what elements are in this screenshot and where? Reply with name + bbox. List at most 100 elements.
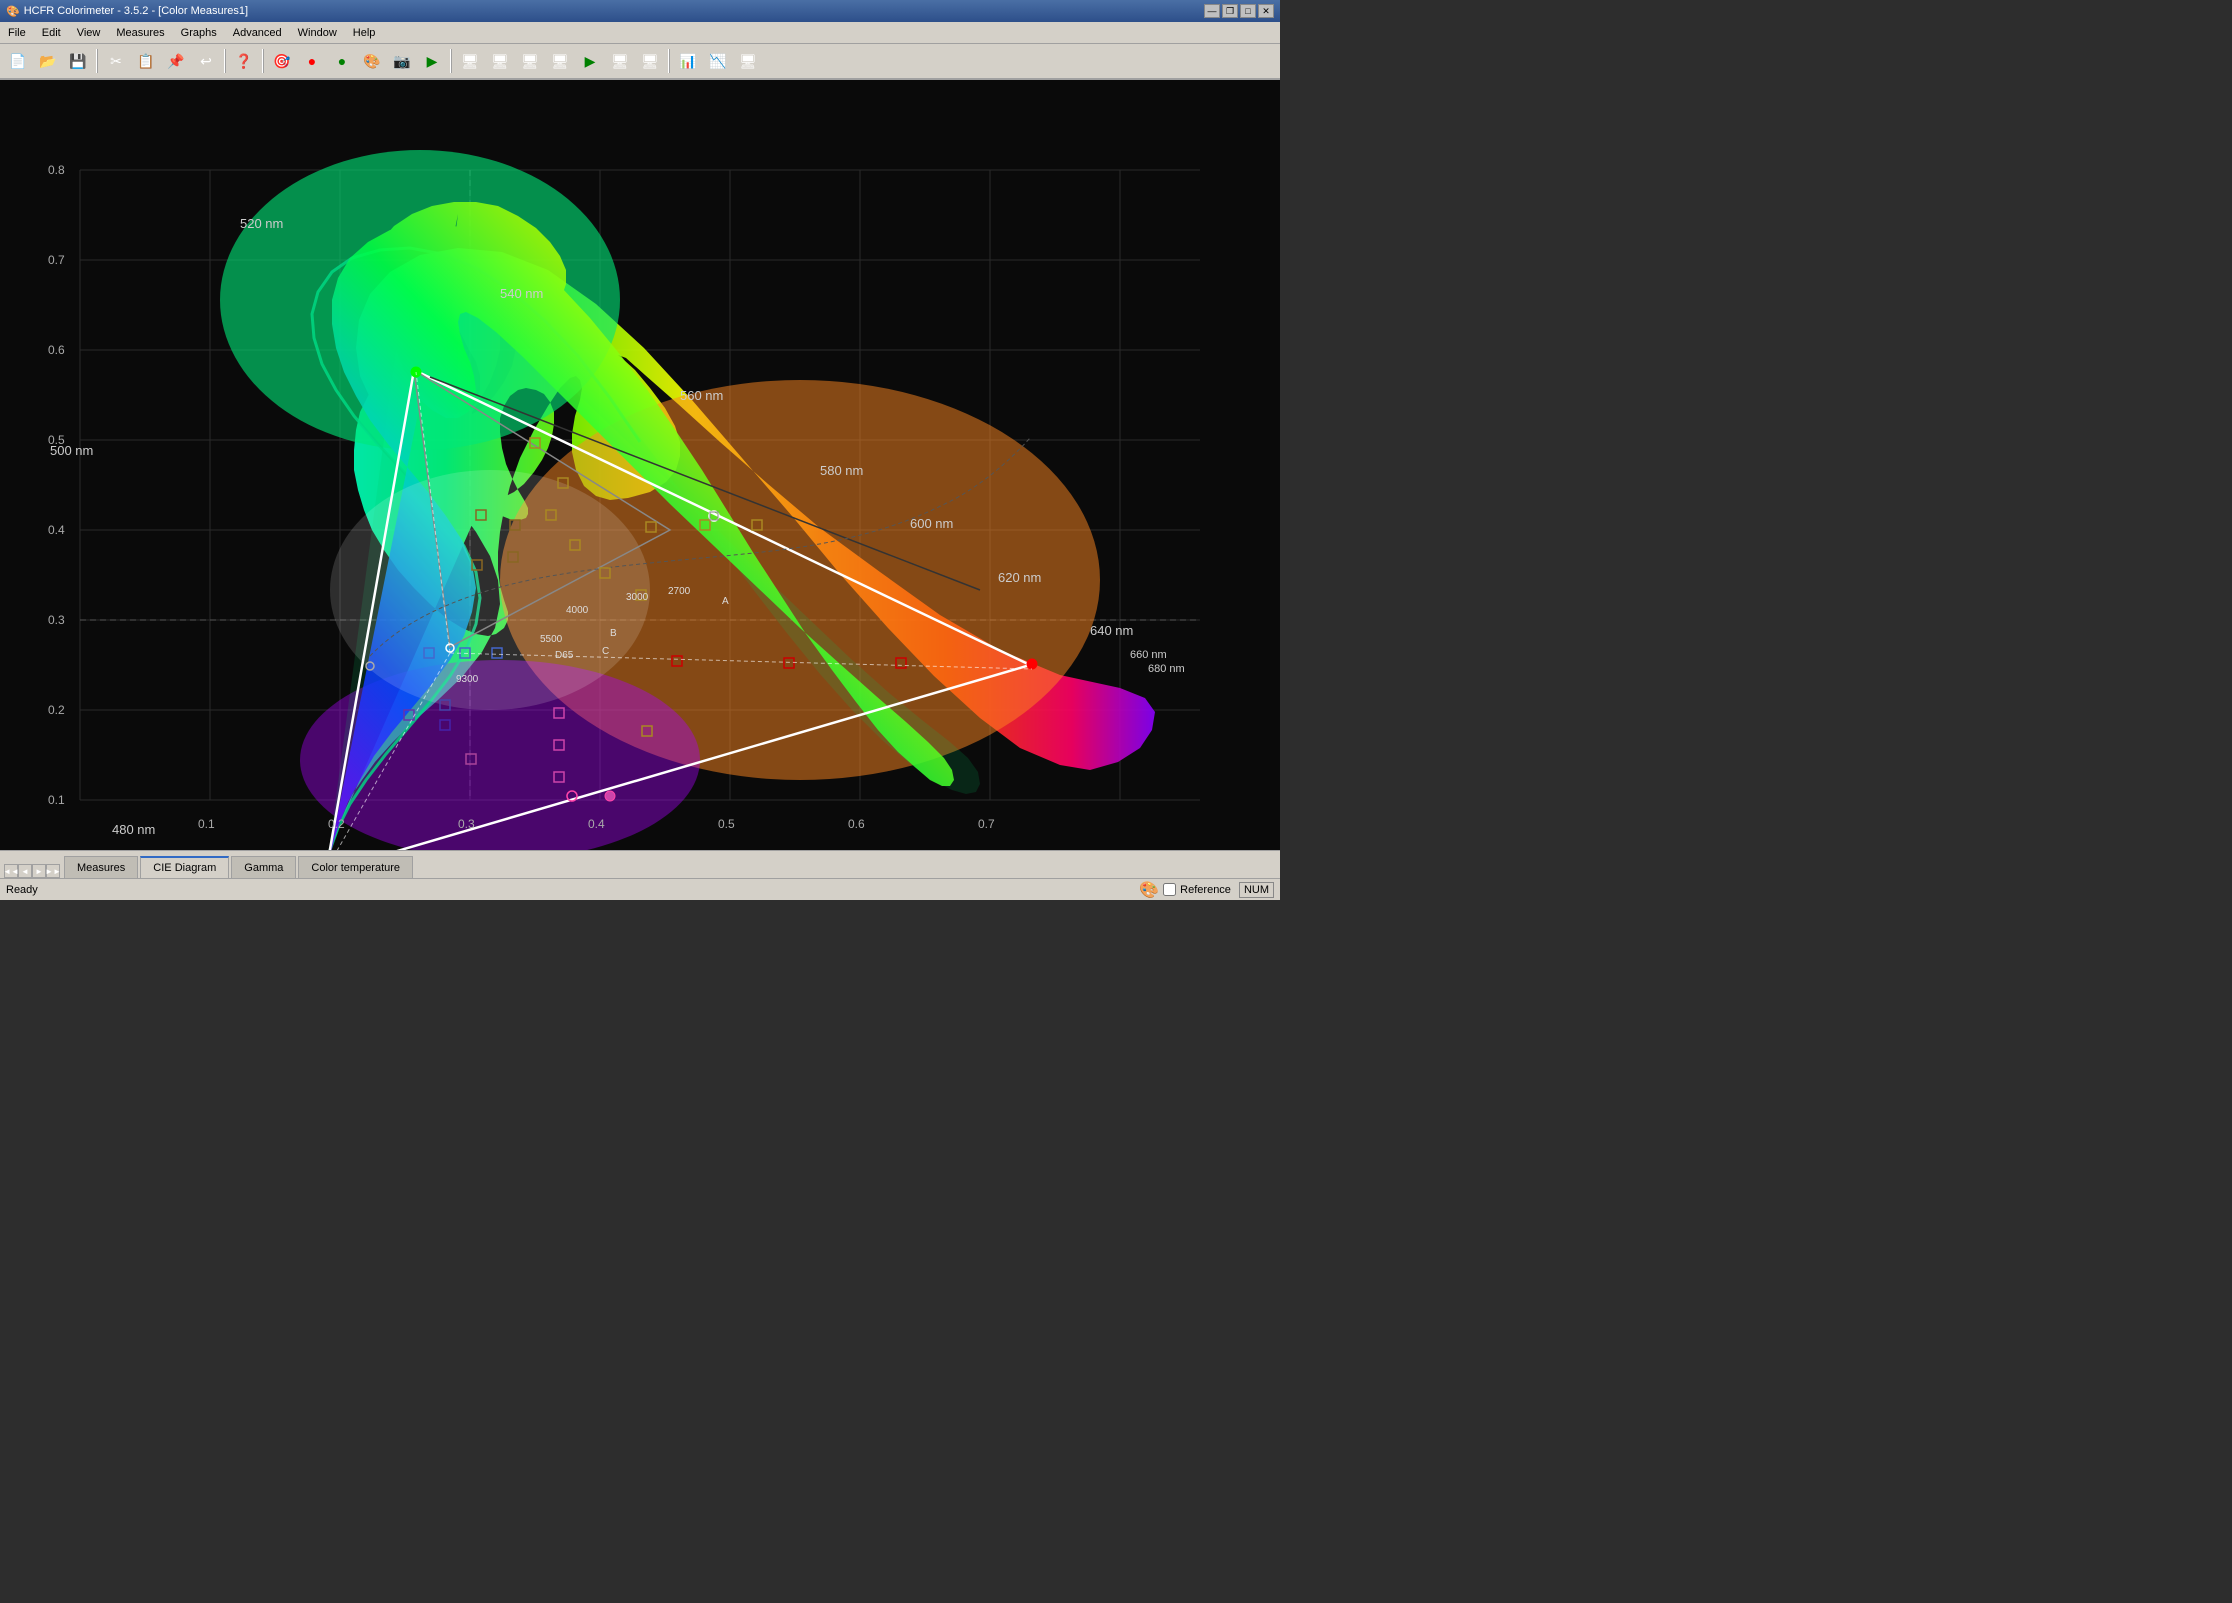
toolbar-separator-1 (96, 49, 98, 73)
x-label-02: 0.2 (328, 817, 345, 831)
toolbar-separator-2 (224, 49, 226, 73)
label-5500: 5500 (540, 634, 563, 645)
wavelength-540: 540 nm (500, 286, 543, 301)
chart-area: 520 nm 540 nm 560 nm 500 nm 580 nm 600 n… (0, 80, 1280, 850)
wavelength-620: 620 nm (998, 570, 1041, 585)
reference-area: 🎨 Reference (1139, 880, 1231, 900)
menu-view[interactable]: View (69, 22, 109, 43)
tab-gamma[interactable]: Gamma (231, 856, 296, 878)
tabbar: ◄◄ ◄ ► ►► Measures CIE Diagram Gamma Col… (0, 850, 1280, 878)
wavelength-480: 480 nm (112, 822, 155, 837)
y-label-06: 0.6 (48, 343, 65, 357)
label-4000: 4000 (566, 605, 589, 616)
label-b: B (610, 628, 617, 639)
label-d65: D65 (555, 650, 574, 661)
label-2700: 2700 (668, 586, 691, 597)
x-label-05: 0.5 (718, 817, 735, 831)
label-c: C (602, 646, 609, 657)
app-icon: 🎨 (6, 5, 20, 18)
x-label-04: 0.4 (588, 817, 605, 831)
new-button[interactable]: 📄 (4, 47, 32, 75)
toolbar-separator-4 (450, 49, 452, 73)
cut-button[interactable]: ✂ (102, 47, 130, 75)
multi-button[interactable]: 🎨 (358, 47, 386, 75)
inner-restore-button[interactable]: ❐ (1222, 4, 1238, 18)
play2-button[interactable]: ▶ (576, 47, 604, 75)
toolbar-separator-5 (668, 49, 670, 73)
tab-cie-diagram[interactable]: CIE Diagram (140, 856, 229, 878)
tab-measures[interactable]: Measures (64, 856, 138, 878)
undo-button[interactable]: ↩ (192, 47, 220, 75)
menubar: File Edit View Measures Graphs Advanced … (0, 22, 1280, 44)
red-primary (1027, 659, 1037, 669)
label-3000: 3000 (626, 592, 649, 603)
y-label-07: 0.7 (48, 253, 65, 267)
save-button[interactable]: 💾 (64, 47, 92, 75)
outer-restore-button[interactable]: □ (1240, 4, 1256, 18)
tab-nav-first[interactable]: ◄◄ (4, 864, 18, 878)
main-area: 520 nm 540 nm 560 nm 500 nm 580 nm 600 n… (0, 80, 1280, 850)
monitor3-button[interactable]: 🖥 (516, 47, 544, 75)
tab-nav-last[interactable]: ►► (46, 864, 60, 878)
y-label-03: 0.3 (48, 613, 65, 627)
red-button[interactable]: ● (298, 47, 326, 75)
reference-label: Reference (1180, 884, 1231, 896)
measure-point-filled (605, 791, 615, 801)
keyboard-indicator: NUM (1239, 882, 1274, 898)
toolbar-separator-3 (262, 49, 264, 73)
monitor4-button[interactable]: 🖥 (546, 47, 574, 75)
status-text: Ready (6, 884, 38, 896)
x-label-06: 0.6 (848, 817, 865, 831)
wavelength-680: 680 nm (1148, 663, 1185, 675)
titlebar-controls: — ❐ □ ✕ (1204, 4, 1274, 18)
measure-all-button[interactable]: 🎯 (268, 47, 296, 75)
toolbar: 📄 📂 💾 ✂ 📋 📌 ↩ ❓ 🎯 ● ● 🎨 📷 ▶ 🖥 🖥 🖥 🖥 ▶ 🖥 … (0, 44, 1280, 80)
outer-close-button[interactable]: ✕ (1258, 4, 1274, 18)
monitor8-button[interactable]: 🖥 (734, 47, 762, 75)
bars-button[interactable]: 📊 (674, 47, 702, 75)
monitor6-button[interactable]: 🖥 (636, 47, 664, 75)
bars2-button[interactable]: 📉 (704, 47, 732, 75)
reference-checkbox[interactable] (1163, 883, 1176, 896)
wavelength-560: 560 nm (680, 388, 723, 403)
menu-edit[interactable]: Edit (34, 22, 69, 43)
wavelength-640: 640 nm (1090, 623, 1133, 638)
y-label-04: 0.4 (48, 523, 65, 537)
open-button[interactable]: 📂 (34, 47, 62, 75)
menu-window[interactable]: Window (290, 22, 345, 43)
camera-button[interactable]: 📷 (388, 47, 416, 75)
tab-nav-prev[interactable]: ◄ (18, 864, 32, 878)
statusbar-right: 🎨 Reference NUM (1139, 880, 1274, 900)
cie-diagram-svg: 520 nm 540 nm 560 nm 500 nm 580 nm 600 n… (0, 80, 1280, 850)
monitor2-button[interactable]: 🖥 (486, 47, 514, 75)
menu-measures[interactable]: Measures (108, 22, 172, 43)
green-button[interactable]: ● (328, 47, 356, 75)
outer-minimize-button[interactable]: — (1204, 4, 1220, 18)
titlebar: 🎨 HCFR Colorimeter - 3.5.2 - [Color Meas… (0, 0, 1280, 22)
play-button[interactable]: ▶ (418, 47, 446, 75)
label-9300: 9300 (456, 674, 479, 685)
menu-advanced[interactable]: Advanced (225, 22, 290, 43)
y-label-02: 0.2 (48, 703, 65, 717)
y-label-08: 0.8 (48, 163, 65, 177)
monitor1-button[interactable]: 🖥 (456, 47, 484, 75)
help-button[interactable]: ❓ (230, 47, 258, 75)
paste-button[interactable]: 📌 (162, 47, 190, 75)
y-label-01: 0.1 (48, 793, 65, 807)
x-label-03: 0.3 (458, 817, 475, 831)
monitor5-button[interactable]: 🖥 (606, 47, 634, 75)
copy-button[interactable]: 📋 (132, 47, 160, 75)
wavelength-520: 520 nm (240, 216, 283, 231)
menu-graphs[interactable]: Graphs (173, 22, 225, 43)
titlebar-title: HCFR Colorimeter - 3.5.2 - [Color Measur… (24, 5, 248, 17)
wavelength-660: 660 nm (1130, 649, 1167, 661)
wavelength-600: 600 nm (910, 516, 953, 531)
x-label-07: 0.7 (978, 817, 995, 831)
tab-nav-next[interactable]: ► (32, 864, 46, 878)
y-label-05: 0.5 (48, 433, 65, 447)
wavelength-580: 580 nm (820, 463, 863, 478)
tab-color-temperature[interactable]: Color temperature (298, 856, 413, 878)
menu-help[interactable]: Help (345, 22, 384, 43)
statusbar: Ready 🎨 Reference NUM (0, 878, 1280, 900)
menu-file[interactable]: File (0, 22, 34, 43)
